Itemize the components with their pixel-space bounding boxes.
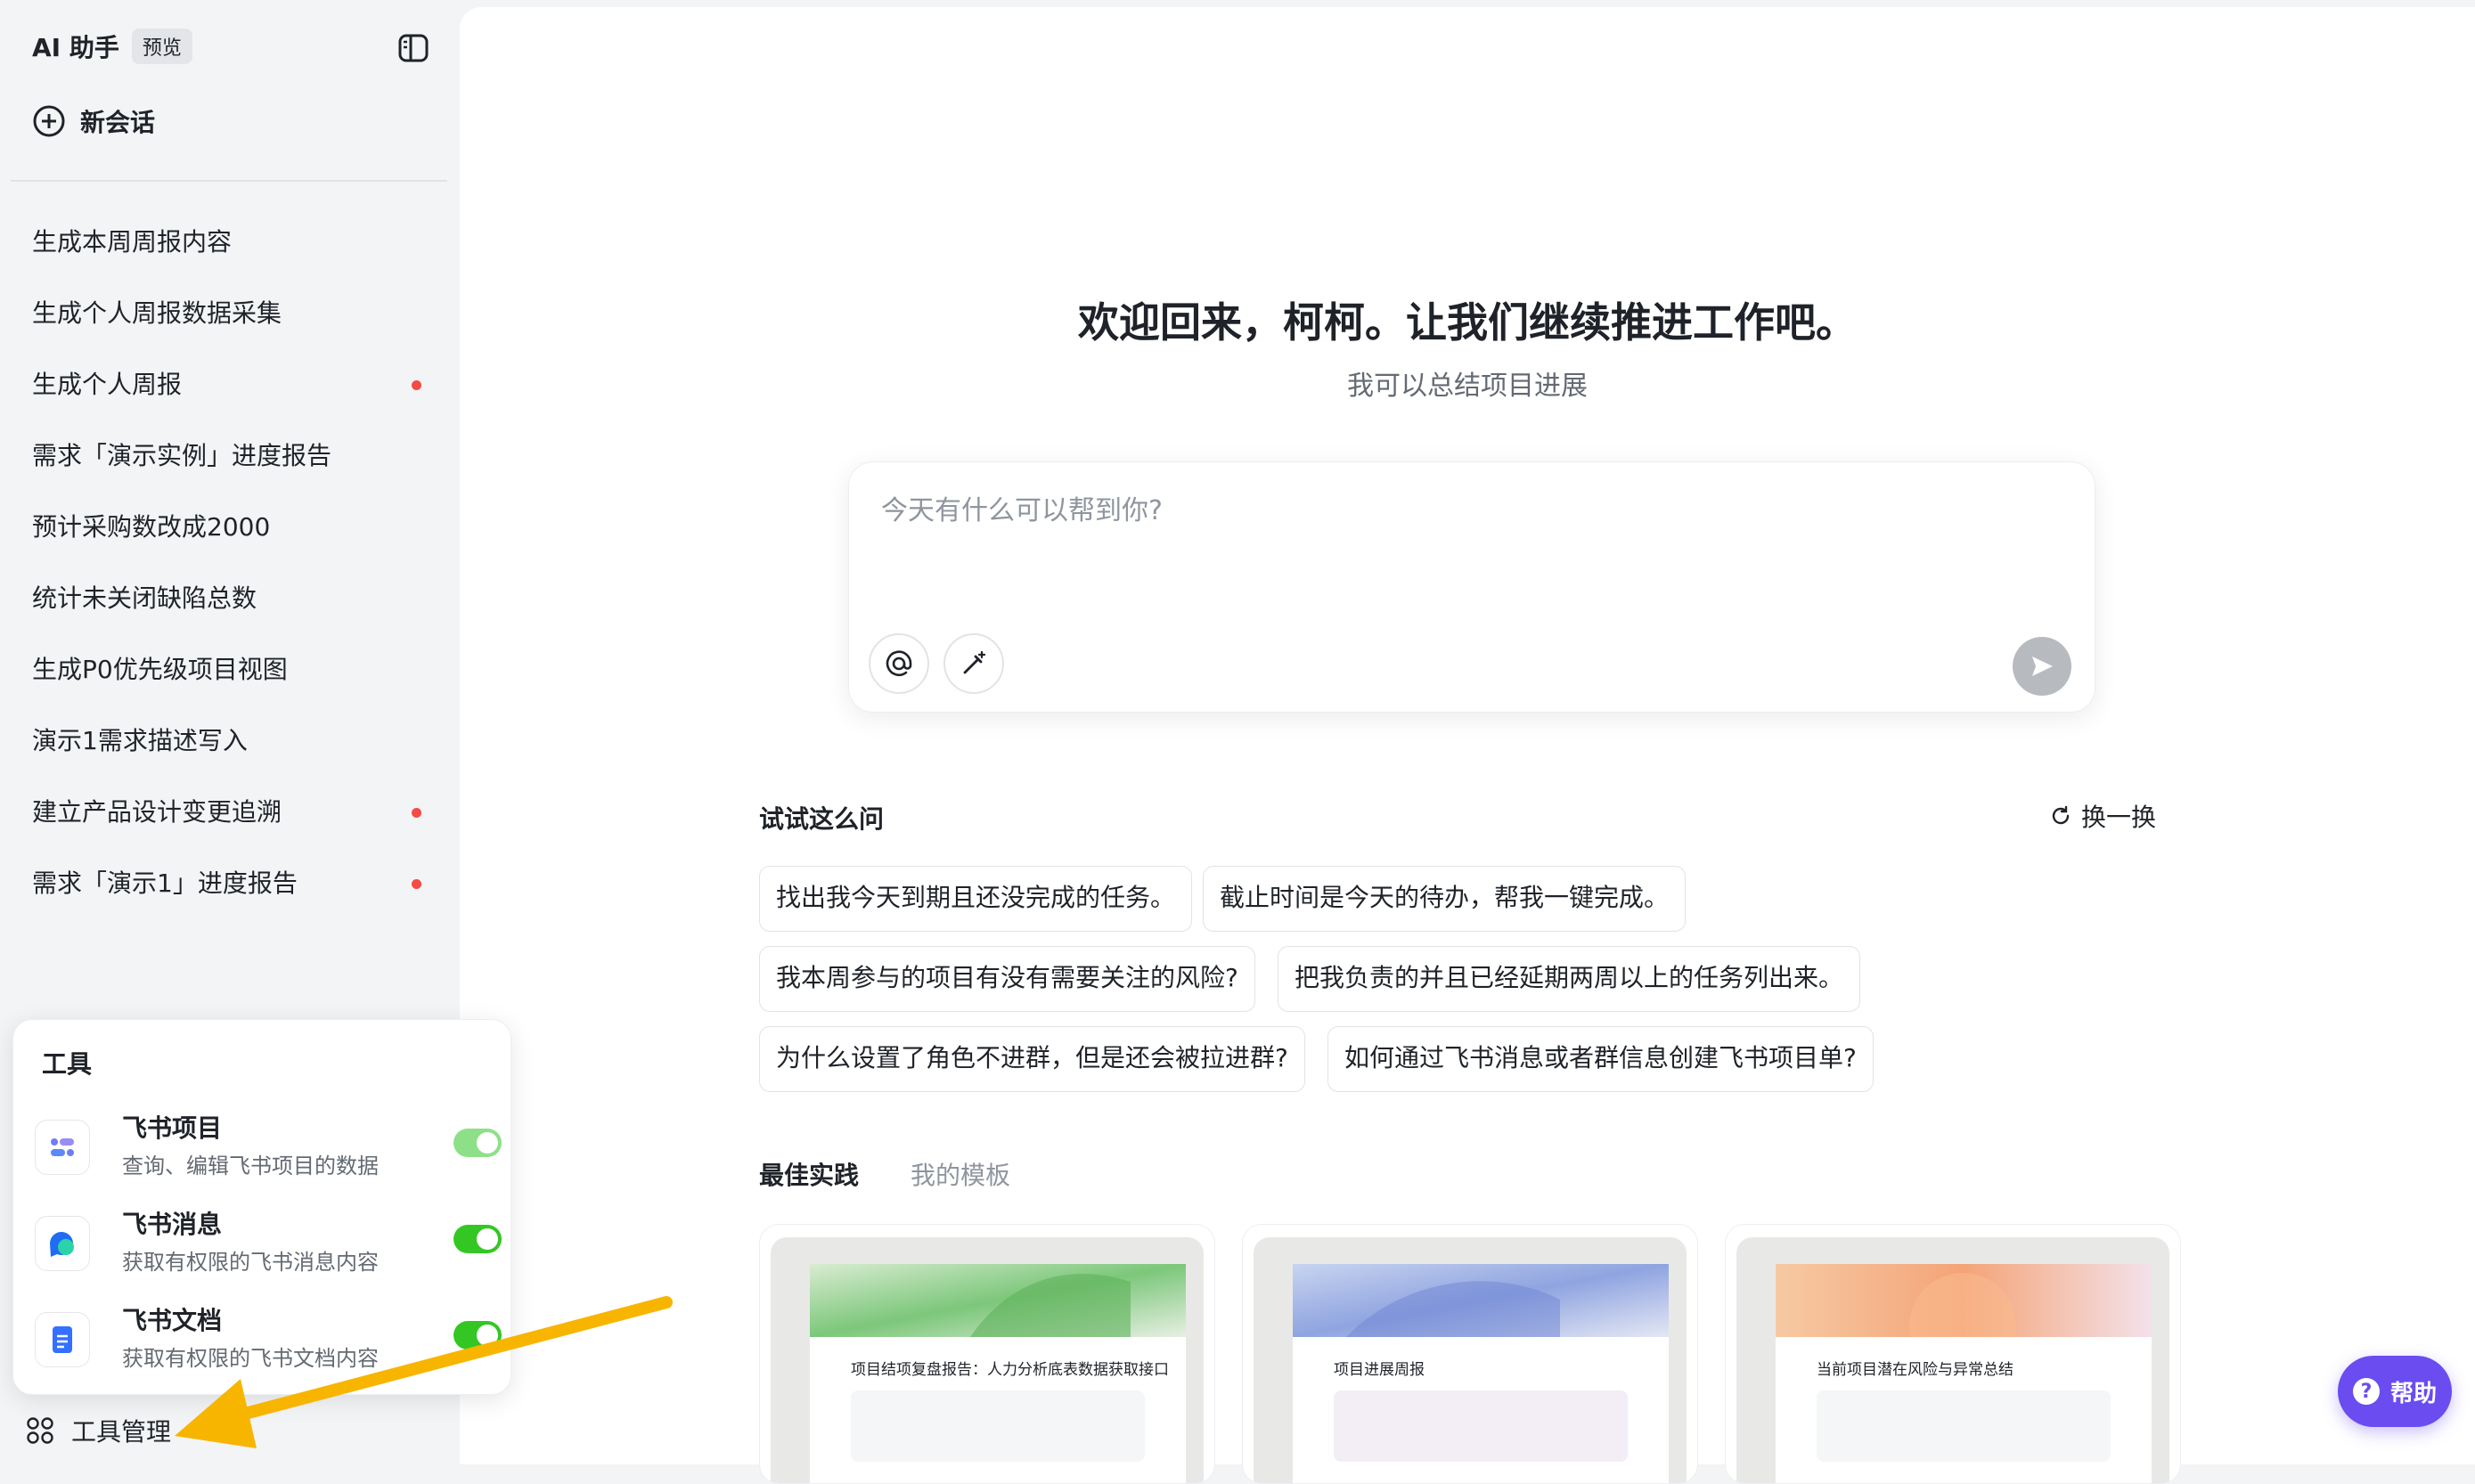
unread-dot [412,380,421,390]
unread-dot [412,808,421,818]
feishu-doc-icon [35,1312,90,1367]
question-icon: ? [2352,1378,2380,1405]
new-chat-button[interactable]: 新会话 [32,102,155,141]
suggestion-chip[interactable]: 为什么设置了角色不进群，但是还会被拉进群? [759,1026,1305,1092]
unread-dot [412,879,421,889]
plus-circle-icon [33,105,65,137]
tool-toggle-feishu-doc[interactable] [453,1321,502,1349]
suggestion-chip[interactable]: 找出我今天到期且还没完成的任务。 [759,866,1193,932]
card-hero-image [1776,1264,2152,1337]
new-chat-label: 新会话 [80,108,156,137]
tab-my-templates[interactable]: 我的模板 [911,1156,1010,1192]
brand: AI 助手 预览 [32,27,192,66]
grid-icon [27,1417,53,1444]
tool-item-feishu-message: 飞书消息 获取有权限的飞书消息内容 [35,1205,502,1294]
suggestion-chip[interactable]: 我本周参与的项目有没有需要关注的风险? [759,946,1255,1012]
send-button[interactable] [2013,637,2071,696]
history-item[interactable]: 生成P0优先级项目视图 [0,634,460,705]
suggestion-chip[interactable]: 如何通过飞书消息或者群信息创建飞书项目单? [1327,1026,1874,1092]
tool-manage-button[interactable]: 工具管理 [25,1413,171,1448]
main-panel: 欢迎回来，柯柯。让我们继续推进工作吧。 我可以总结项目进展 试试这么问 [460,7,2475,1484]
mention-button[interactable] [869,633,929,694]
tab-best-practice[interactable]: 最佳实践 [759,1156,859,1192]
feishu-project-icon [35,1120,90,1175]
template-card[interactable]: 项目结项复盘报告：人力分析底表数据获取接口 [759,1224,1215,1484]
magic-wand-icon [963,650,986,674]
tools-title: 工具 [42,1049,93,1079]
template-card[interactable]: 项目进展周报 [1242,1224,1698,1484]
card-hero-image [1293,1264,1669,1337]
history-item[interactable]: 生成本周周报内容 [0,207,460,278]
card-title: 项目结项复盘报告：人力分析底表数据获取接口 [851,1361,1169,1379]
refresh-icon [2052,805,2070,825]
history-item[interactable]: 演示1需求描述写入 [0,705,460,777]
tool-item-feishu-doc: 飞书文档 获取有权限的飞书文档内容 [35,1301,502,1390]
sidebar-toggle-icon[interactable] [396,30,431,66]
history-item[interactable]: 预计采购数改成2000 [0,492,460,563]
history-item[interactable]: 统计未关闭缺陷总数 [0,563,460,634]
history-list: 生成本周周报内容 生成个人周报数据采集 生成个人周报 需求「演示实例」进度报告 … [0,207,460,919]
tools-popup: 工具 飞书项目 查询、编辑飞书项目的数据 飞书消息 获取有权限的飞书消息内容 飞… [12,1019,511,1395]
history-item[interactable]: 生成个人周报数据采集 [0,278,460,349]
send-icon [2032,656,2053,676]
card-title: 项目进展周报 [1334,1361,1425,1379]
history-item[interactable]: 需求「演示实例」进度报告 [0,420,460,492]
template-card[interactable]: 当前项目潜在风险与异常总结 [1725,1224,2181,1484]
app-title: AI 助手 [32,33,119,62]
chat-input[interactable] [879,494,1952,527]
feishu-message-icon [35,1216,90,1271]
magic-prompt-button[interactable] [943,633,1004,694]
card-hero-image [810,1264,1186,1337]
tool-item-feishu-project: 飞书项目 查询、编辑飞书项目的数据 [35,1109,502,1198]
tool-toggle-feishu-project[interactable] [453,1129,502,1157]
refresh-suggestions-button[interactable]: 换一换 [2049,798,2156,834]
chat-composer [848,461,2095,713]
template-tabs: 最佳实践 我的模板 [759,1156,1010,1192]
preview-badge: 预览 [131,29,192,64]
try-asking-label: 试试这么问 [759,804,885,834]
history-item[interactable]: 生成个人周报 [0,349,460,420]
welcome-heading: 欢迎回来，柯柯。让我们继续推进工作吧。 [1078,298,1857,347]
suggestion-chip[interactable]: 截止时间是今天的待办，帮我一键完成。 [1203,866,1687,932]
card-title: 当前项目潜在风险与异常总结 [1817,1361,2013,1379]
suggestion-chip[interactable]: 把我负责的并且已经延期两周以上的任务列出来。 [1278,946,1861,1012]
tool-toggle-feishu-message[interactable] [453,1225,502,1253]
history-item[interactable]: 需求「演示1」进度报告 [0,848,460,919]
help-button[interactable]: ? 帮助 [2338,1356,2452,1427]
welcome-subtitle: 我可以总结项目进展 [1347,371,1588,402]
sidebar-divider [11,180,447,182]
history-item[interactable]: 建立产品设计变更追溯 [0,777,460,848]
at-icon [886,650,912,677]
